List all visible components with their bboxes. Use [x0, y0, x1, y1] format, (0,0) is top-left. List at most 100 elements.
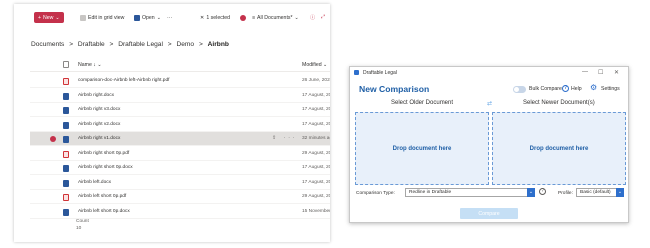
word-file-icon: [63, 107, 69, 114]
file-name[interactable]: Airbnb right short 0p.docx: [78, 165, 133, 170]
breadcrumb-item-demo[interactable]: Demo: [177, 41, 195, 48]
column-header-row: Name ↓ ⌄ Modified ⌄: [30, 58, 330, 72]
breadcrumb-item-documents[interactable]: Documents: [31, 41, 64, 48]
word-file-icon: [63, 179, 69, 187]
expand-icon[interactable]: ⤢: [321, 12, 325, 23]
older-document-title: Select Older Document: [391, 100, 454, 106]
drop-zone-label: Drop document here: [529, 145, 589, 152]
compare-button[interactable]: Compare: [460, 208, 518, 219]
modified-date: 32 minutes ago: [302, 136, 330, 141]
modified-date: 17 August, 2022: [302, 107, 330, 112]
open-button[interactable]: Open ⌄: [134, 12, 161, 23]
modified-date: 15 November, 2022: [302, 208, 330, 214]
table-row[interactable]: Airbnb right v1.docx ⇪ ··· 32 minutes ago: [30, 132, 330, 146]
clear-icon: [240, 14, 246, 21]
minimize-button[interactable]: —: [582, 69, 588, 75]
newer-document-title: Select Newer Document(s): [523, 100, 595, 106]
dialog-heading: New Comparison: [359, 84, 430, 94]
draftable-dialog: Draftable Legal — ☐ ✕ New Comparison Bul…: [349, 66, 629, 223]
file-name[interactable]: Airbnb left short 0p.docx: [78, 209, 130, 214]
file-name[interactable]: Airbnb left.docx: [78, 180, 111, 185]
info-icon[interactable]: ⓘ: [310, 12, 315, 23]
selection-indicator[interactable]: ✕ 1 selected: [200, 12, 230, 23]
word-icon: [134, 14, 140, 21]
close-icon: ✕: [200, 14, 205, 21]
chevron-down-icon: ⌄: [527, 188, 535, 197]
maximize-button[interactable]: ☐: [598, 69, 603, 76]
table-row[interactable]: Airbnb left short 0p.pdf 29 August, 2022: [30, 190, 330, 204]
list-icon: ≡: [252, 14, 256, 21]
draftable-logo-icon: [354, 70, 359, 75]
bulk-compare-label: Bulk Compare: [529, 86, 562, 92]
file-name[interactable]: Airbnb right v1.docx: [78, 136, 120, 141]
file-name[interactable]: Airbnb right short 0p.pdf: [78, 151, 129, 156]
chevron-down-icon: ⌄: [55, 14, 60, 21]
modified-date: 17 August, 2022: [302, 121, 330, 127]
sharepoint-library-panel: + New ⌄ Edit in grid view Open ⌄ ··· ✕ 1…: [14, 4, 330, 242]
count-label: Count: [76, 219, 89, 224]
breadcrumb-item-draftable[interactable]: Draftable: [78, 41, 105, 48]
table-row[interactable]: Airbnb right short 0p.docx 17 August, 202…: [30, 161, 330, 175]
modified-date: 29 August, 2022: [302, 194, 330, 199]
table-row[interactable]: Airbnb right.docx 17 August, 2022: [30, 89, 330, 103]
table-row[interactable]: Airbnb right v3.docx 17 August, 2022: [30, 103, 330, 117]
profile-value: Basic (default): [580, 190, 611, 195]
file-name[interactable]: Airbnb right.docx: [78, 93, 114, 98]
word-file-icon: [63, 136, 69, 143]
comparison-help-icon[interactable]: ?: [539, 188, 546, 195]
new-button[interactable]: + New ⌄: [34, 12, 64, 23]
help-link[interactable]: Help: [571, 86, 582, 92]
newer-drop-zone[interactable]: Drop document here: [492, 112, 626, 185]
file-name[interactable]: Airbnb left short 0p.pdf: [78, 194, 126, 199]
comparison-type-select[interactable]: Redline in Draftable ⌄: [405, 188, 535, 197]
window-title: Draftable Legal: [363, 70, 397, 76]
close-button[interactable]: ✕: [614, 69, 619, 76]
swap-icon[interactable]: ⇄: [487, 100, 492, 107]
file-type-icon: [63, 61, 69, 68]
pdf-file-icon: [63, 150, 69, 158]
clear-selection-button[interactable]: [240, 12, 246, 23]
breadcrumb-item-draftable-legal[interactable]: Draftable Legal: [118, 41, 163, 48]
edit-grid-view-button[interactable]: Edit in grid view: [80, 12, 124, 23]
word-file-icon: [63, 208, 69, 216]
table-row[interactable]: Airbnb left.docx 17 August, 2022: [30, 176, 330, 190]
selected-check-icon[interactable]: [50, 136, 56, 142]
chevron-down-icon: ⌄: [616, 188, 624, 197]
table-row[interactable]: Airbnb right short 0p.pdf 29 August, 2022: [30, 147, 330, 161]
column-modified[interactable]: Modified ⌄: [302, 62, 327, 68]
command-bar: + New ⌄ Edit in grid view Open ⌄ ··· ✕ 1…: [14, 4, 330, 30]
column-name[interactable]: Name ↓ ⌄: [78, 62, 102, 68]
pdf-file-icon: [63, 194, 69, 201]
word-file-icon: [63, 165, 69, 172]
word-file-icon: [63, 121, 69, 129]
pdf-file-icon: [63, 78, 69, 85]
help-icon[interactable]: ?: [562, 85, 569, 92]
grid-icon: [80, 14, 86, 21]
settings-link[interactable]: Settings: [601, 86, 620, 92]
breadcrumb: Documents > Draftable > Draftable Legal …: [31, 41, 229, 48]
modified-date: 17 August, 2022: [302, 165, 330, 170]
modified-date: 17 August, 2022: [302, 179, 330, 185]
table-row[interactable]: Airbnb left short 0p.docx 15 November, 20…: [30, 205, 330, 219]
row-actions[interactable]: ⇪ ···: [272, 135, 298, 141]
word-file-icon: [63, 92, 69, 100]
more-button[interactable]: ···: [167, 12, 172, 23]
older-drop-zone[interactable]: Drop document here: [355, 112, 489, 185]
view-selector[interactable]: ≡ All Documents* ⌄: [252, 12, 299, 23]
profile-select[interactable]: Basic (default) ⌄: [576, 188, 624, 197]
file-name[interactable]: comparison-doc-Airbnb left-Airbnb right.…: [78, 78, 169, 83]
profile-label: Profile:: [558, 191, 573, 196]
item-count: Count 10: [76, 218, 89, 232]
bulk-compare-toggle[interactable]: [513, 86, 526, 93]
table-row[interactable]: comparison-doc-Airbnb left-Airbnb right.…: [30, 74, 330, 88]
drop-zone-label: Drop document here: [392, 145, 452, 152]
modified-date: 17 August, 2022: [302, 92, 330, 98]
modified-date: 26 June, 2023: [302, 78, 330, 83]
file-name[interactable]: Airbnb right v3.docx: [78, 107, 120, 112]
file-name[interactable]: Airbnb right v2.docx: [78, 122, 120, 127]
breadcrumb-current: Airbnb: [207, 41, 229, 48]
count-value: 10: [76, 226, 82, 231]
plus-icon: +: [38, 14, 42, 21]
gear-icon[interactable]: ⚙: [590, 83, 597, 92]
table-row[interactable]: Airbnb right v2.docx 17 August, 2022: [30, 118, 330, 132]
